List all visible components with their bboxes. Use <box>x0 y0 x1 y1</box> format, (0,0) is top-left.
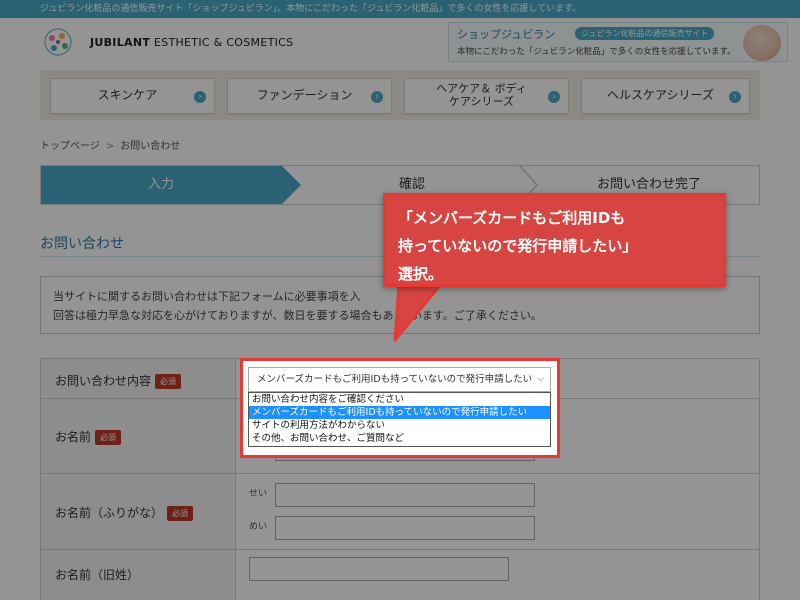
top-announcement-bar: ジュビラン化粧品の通信販売サイト「ショップジュビラン」。本物にこだわった「ジュビ… <box>0 0 800 18</box>
breadcrumb-home-link[interactable]: トップページ <box>40 141 100 152</box>
instruction-callout: 「メンバーズカードもご利用IDも 持っていないので発行申請したい」 選択。 <box>383 193 726 287</box>
name-old-label: お名前（旧姓） <box>55 568 140 582</box>
brand-logo-icon[interactable] <box>32 22 84 62</box>
main-nav: スキンケア › ファンデーション › ヘアケア＆ ボディケアシリーズ › ヘルス… <box>40 70 760 120</box>
kana-sei-input[interactable] <box>275 483 535 507</box>
callout-pointer-icon <box>393 284 443 342</box>
inquiry-type-dropdown: お問い合わせ内容をご確認ください メンバーズカードもご利用IDも持っていないので… <box>248 392 551 447</box>
callout-line-3: 選択。 <box>398 265 444 283</box>
inquiry-select-value: メンバーズカードもご利用IDも持っていないので発行申請したい <box>257 374 533 385</box>
breadcrumb-separator: > <box>105 141 115 152</box>
inquiry-label: お問い合わせ内容 必須 <box>55 372 182 389</box>
kana-mei-input[interactable] <box>275 516 535 540</box>
name-label: お名前 必須 <box>55 428 122 445</box>
callout-line-1: 「メンバーズカードもご利用IDも <box>398 209 626 227</box>
required-badge: 必須 <box>95 430 122 445</box>
step-arrow-icon <box>281 165 301 205</box>
banner-title: ショップジュビラン <box>457 28 556 41</box>
kana-mei-label: めい <box>249 522 268 532</box>
top-announcement-text: ジュビラン化粧品の通信販売サイト「ショップジュビラン」。本物にこだわった「ジュビ… <box>40 4 582 14</box>
name-kana-label: お名前（ふりがな） 必須 <box>55 504 194 521</box>
chevron-right-icon: › <box>548 91 560 103</box>
banner-subtitle: 本物にこだわった「ジュビラン化粧品」で多くの女性を応援しています。 <box>457 47 736 57</box>
inquiry-option[interactable]: その他、お問い合わせ、ご質問など <box>249 432 550 445</box>
chevron-down-icon: ⌵ <box>537 374 544 384</box>
name-old-input[interactable] <box>249 557 509 581</box>
chevron-right-icon: › <box>371 91 383 103</box>
site-header: JUBILANT ESTHETIC & COSMETICS ショップジュビラン … <box>0 18 800 66</box>
form-row-name-kana: お名前（ふりがな） 必須 せい めい <box>41 474 759 550</box>
banner-tag: ジュビラン化粧品の通信販売サイト <box>575 27 715 40</box>
nav-item-foundation[interactable]: ファンデーション › <box>227 78 392 114</box>
required-badge: 必須 <box>167 506 194 521</box>
kana-sei-label: せい <box>249 489 268 499</box>
nav-item-healthcare[interactable]: ヘルスケアシリーズ › <box>581 78 750 114</box>
breadcrumb-current: お問い合わせ <box>120 141 181 152</box>
nav-item-haircare-bodycare[interactable]: ヘアケア＆ ボディケアシリーズ › <box>404 78 569 114</box>
nav-item-skincare[interactable]: スキンケア › <box>50 78 215 114</box>
inquiry-option[interactable]: お問い合わせ内容をご確認ください <box>249 393 550 406</box>
step-input: 入力 <box>41 166 281 204</box>
brand-name[interactable]: JUBILANT ESTHETIC & COSMETICS <box>90 36 293 49</box>
inquiry-option[interactable]: サイトの利用方法がわからない <box>249 419 550 432</box>
breadcrumb: トップページ > お問い合わせ <box>40 137 180 152</box>
chevron-right-icon: › <box>194 91 206 103</box>
shop-banner[interactable]: ショップジュビラン ジュビラン化粧品の通信販売サイト 本物にこだわった「ジュビラ… <box>448 22 788 62</box>
page-title: お問い合わせ <box>40 236 124 252</box>
inquiry-type-select[interactable]: メンバーズカードもご利用IDも持っていないので発行申請したい ⌵ <box>248 367 551 392</box>
callout-line-2: 持っていないので発行申請したい」 <box>398 237 638 255</box>
required-badge: 必須 <box>155 374 182 389</box>
inquiry-option-selected[interactable]: メンバーズカードもご利用IDも持っていないので発行申請したい <box>249 406 550 419</box>
form-row-name-old: お名前（旧姓） <box>41 550 759 600</box>
model-face-image <box>743 25 781 61</box>
chevron-right-icon: › <box>729 91 741 103</box>
